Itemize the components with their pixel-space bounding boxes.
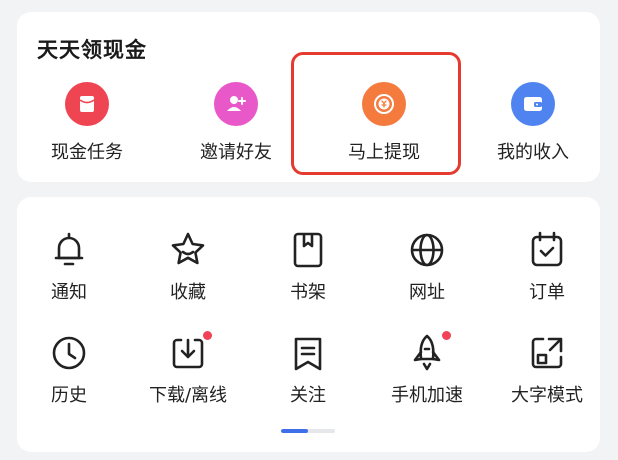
order-icon xyxy=(525,228,569,272)
bookshelf-label: 书架 xyxy=(290,282,326,303)
large-font-label: 大字模式 xyxy=(511,385,583,406)
notification-label: 通知 xyxy=(51,282,87,303)
large-font-icon xyxy=(525,331,569,375)
cash-task-button[interactable]: 现金任务 xyxy=(27,82,147,164)
page-indicator xyxy=(281,429,335,433)
star-icon xyxy=(166,228,210,272)
cash-task-label: 现金任务 xyxy=(51,142,123,163)
highlight-box xyxy=(291,52,461,175)
clock-icon xyxy=(47,331,91,375)
invite-friends-label: 邀请好友 xyxy=(200,142,272,163)
orders-button[interactable]: 订单 xyxy=(492,228,602,304)
download-icon xyxy=(166,331,212,375)
website-button[interactable]: 网址 xyxy=(372,228,482,304)
cash-section-title: 天天领现金 xyxy=(37,38,147,62)
boost-badge-dot xyxy=(442,331,451,340)
download-offline-button[interactable]: 下载/离线 xyxy=(133,331,243,407)
follow-icon xyxy=(286,331,330,375)
download-badge-dot xyxy=(203,331,212,340)
wallet-icon xyxy=(511,82,555,126)
history-button[interactable]: 历史 xyxy=(14,331,124,407)
phone-boost-label: 手机加速 xyxy=(391,385,463,406)
large-font-button[interactable]: 大字模式 xyxy=(492,331,602,407)
download-offline-label: 下载/离线 xyxy=(148,385,228,406)
bookshelf-button[interactable]: 书架 xyxy=(253,228,363,304)
orders-label: 订单 xyxy=(529,282,565,303)
phone-boost-button[interactable]: 手机加速 xyxy=(372,331,482,407)
favorites-button[interactable]: 收藏 xyxy=(133,228,243,304)
bell-icon xyxy=(47,228,91,272)
globe-icon xyxy=(405,228,449,272)
website-label: 网址 xyxy=(409,282,445,303)
follow-label: 关注 xyxy=(290,385,326,406)
bookshelf-icon xyxy=(286,228,330,272)
cash-card: 天天领现金 现金任务 邀请好友 马上提现 我的收入 xyxy=(17,12,600,182)
follow-button[interactable]: 关注 xyxy=(253,331,363,407)
invite-friends-button[interactable]: 邀请好友 xyxy=(176,82,296,164)
add-user-icon xyxy=(214,82,258,126)
favorites-label: 收藏 xyxy=(170,282,206,303)
rocket-icon xyxy=(405,331,451,375)
red-envelope-icon xyxy=(65,82,109,126)
my-income-label: 我的收入 xyxy=(497,142,569,163)
notification-button[interactable]: 通知 xyxy=(14,228,124,304)
history-label: 历史 xyxy=(51,385,87,406)
page-indicator-active xyxy=(281,429,308,433)
my-income-button[interactable]: 我的收入 xyxy=(473,82,593,164)
tools-card: 通知 收藏 书架 网址 订单 历史 下载/离线 关注 手机加速 大字模式 xyxy=(17,197,600,452)
